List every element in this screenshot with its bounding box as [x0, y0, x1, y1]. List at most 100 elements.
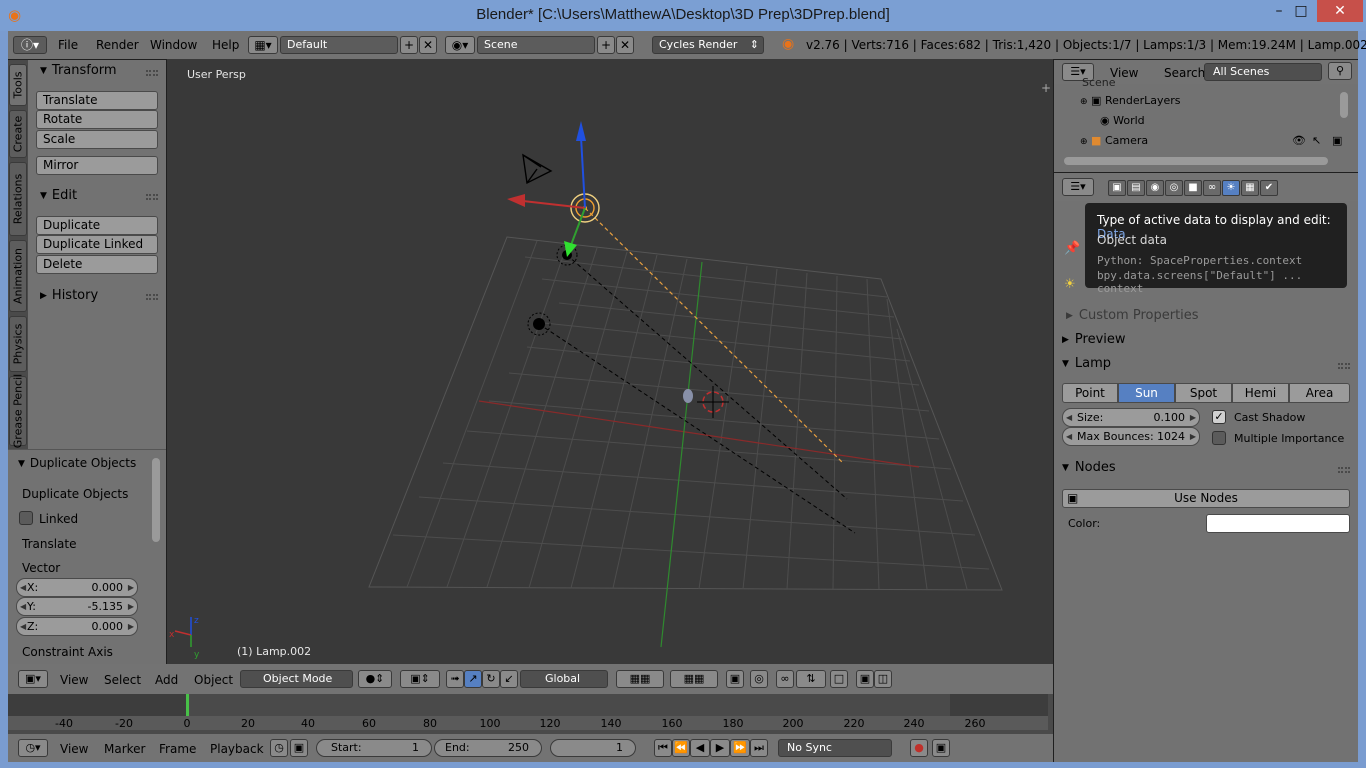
increment-icon[interactable]: ▶ — [128, 579, 134, 596]
remove-layout-icon[interactable]: ✕ — [419, 36, 437, 54]
decrement-icon[interactable]: ◀ — [1066, 409, 1072, 426]
duplicate-linked-button[interactable]: Duplicate Linked — [36, 235, 158, 254]
expand-properties-icon[interactable]: + — [1041, 81, 1051, 95]
shading-mode-icon[interactable]: ●⇕ — [358, 670, 392, 688]
menu-view[interactable]: View — [60, 673, 88, 687]
mode-select[interactable]: Object Mode — [240, 670, 353, 688]
tab-animation[interactable]: Animation — [9, 240, 27, 312]
jump-start-icon[interactable]: ⏮ — [654, 739, 672, 757]
panel-grip[interactable] — [1338, 363, 1350, 369]
pivot-point-icon[interactable]: ▣⇕ — [400, 670, 440, 688]
physics-tab-icon[interactable]: ✔ — [1260, 180, 1278, 196]
vector-x-field[interactable]: ◀ X: 0.000 ▶ — [16, 578, 138, 597]
duplicate-button[interactable]: Duplicate — [36, 216, 158, 235]
layers-grid-icon[interactable]: ▦▦ — [670, 670, 718, 688]
proportional-edit-icon[interactable]: ◎ — [750, 670, 768, 688]
delete-button[interactable]: Delete — [36, 255, 158, 274]
lock-layers-icon[interactable]: ▣ — [726, 670, 744, 688]
outliner-item-scene[interactable]: Scene — [1082, 76, 1366, 96]
renderability-camera-icon[interactable]: ▣ — [1332, 134, 1342, 147]
play-reverse-icon[interactable]: ◀ — [690, 739, 710, 757]
outliner-scrollbar-horizontal[interactable] — [1064, 157, 1328, 165]
tab-grease-pencil[interactable]: Grease Pencil — [9, 374, 27, 448]
menu-window[interactable]: Window — [150, 38, 197, 52]
lamp-type-spot[interactable]: Spot — [1175, 383, 1232, 403]
scene-icon[interactable]: ◉▾ — [445, 36, 475, 54]
cast-shadow-checkbox[interactable]: ✓ — [1212, 410, 1226, 424]
redo-panel-scrollbar[interactable] — [152, 458, 160, 542]
lamp-header[interactable]: Lamp — [1062, 356, 1350, 371]
constraints-tab-icon[interactable]: ∞ — [1203, 180, 1221, 196]
play-icon[interactable]: ▶ — [710, 739, 730, 757]
menu-marker[interactable]: Marker — [104, 742, 145, 756]
scene-field[interactable]: Scene — [477, 36, 595, 54]
timeline[interactable]: -40 -20 0 20 40 60 80 100 120 140 160 18… — [8, 694, 1053, 734]
expand-icon[interactable]: ⊕ — [1080, 137, 1088, 147]
menu-add[interactable]: Add — [155, 673, 178, 687]
menu-playback[interactable]: Playback — [210, 742, 264, 756]
scene-tab-icon[interactable]: ◉ — [1146, 180, 1164, 196]
lamp-type-point[interactable]: Point — [1062, 383, 1118, 403]
remove-scene-icon[interactable]: ✕ — [616, 36, 634, 54]
editor-type-info-icon[interactable]: ⓘ▾ — [13, 36, 47, 54]
menu-object[interactable]: Object — [194, 673, 233, 687]
menu-render[interactable]: Render — [96, 38, 139, 52]
menu-select[interactable]: Select — [104, 673, 141, 687]
manipulator-toggle-icon[interactable]: ➟ — [446, 670, 464, 688]
texture-tab-icon[interactable]: ▦ — [1241, 180, 1259, 196]
decrement-icon[interactable]: ◀ — [20, 598, 26, 615]
editor-type-timeline-icon[interactable]: ◷▾ — [18, 739, 48, 757]
panel-grip[interactable] — [146, 70, 158, 76]
increment-icon[interactable]: ▶ — [1190, 428, 1196, 445]
outliner-scrollbar-vertical[interactable] — [1340, 92, 1348, 118]
tab-relations[interactable]: Relations — [9, 162, 27, 236]
decrement-icon[interactable]: ◀ — [20, 618, 26, 635]
lock-icon[interactable]: ▣ — [290, 739, 308, 757]
transform-orientation-select[interactable]: Global — [520, 670, 608, 688]
lamp-data-tab-icon[interactable]: ☀ — [1222, 180, 1240, 196]
scale-button[interactable]: Scale — [36, 130, 158, 149]
size-field[interactable]: ◀ Size: 0.100 ▶ — [1062, 408, 1200, 427]
start-frame-field[interactable]: Start: 1 — [316, 739, 432, 757]
increment-icon[interactable]: ▶ — [1190, 409, 1196, 426]
selectability-cursor-icon[interactable]: ↖ — [1312, 134, 1321, 147]
increment-icon[interactable]: ▶ — [128, 598, 134, 615]
translate-button[interactable]: Translate — [36, 91, 158, 110]
layers-grid-icon[interactable]: ▦▦ — [616, 670, 664, 688]
tab-create[interactable]: Create — [9, 110, 27, 158]
render-engine-select[interactable]: Cycles Render ⇕ — [652, 36, 764, 54]
custom-properties-header[interactable]: Custom Properties — [1066, 308, 1354, 323]
render-layers-tab-icon[interactable]: ▤ — [1127, 180, 1145, 196]
expand-icon[interactable]: ⊕ — [1080, 97, 1088, 107]
snap-element-icon[interactable]: ⇅ — [796, 670, 826, 688]
current-frame-field[interactable]: 1 — [550, 739, 636, 757]
current-frame-marker[interactable] — [186, 694, 189, 716]
max-bounces-field[interactable]: ◀ Max Bounces: 1024 ▶ — [1062, 427, 1200, 446]
render-tab-icon[interactable]: ▣ — [1108, 180, 1126, 196]
transform-manipulator[interactable] — [507, 121, 586, 257]
rotate-button[interactable]: Rotate — [36, 110, 158, 129]
viewport-scene[interactable]: z x y — [167, 59, 1053, 664]
jump-keyframe-back-icon[interactable]: ⏪ — [672, 739, 690, 757]
color-swatch[interactable] — [1206, 514, 1350, 533]
screen-layout-field[interactable]: Default — [280, 36, 398, 54]
tab-tools[interactable]: Tools — [9, 64, 27, 106]
translate-manipulator-icon[interactable]: ↗ — [464, 670, 482, 688]
panel-grip[interactable] — [146, 194, 158, 200]
world-tab-icon[interactable]: ◎ — [1165, 180, 1183, 196]
decrement-icon[interactable]: ◀ — [1066, 428, 1072, 445]
lamp-object[interactable] — [527, 312, 551, 336]
preview-range-icon[interactable]: ◷ — [270, 739, 288, 757]
panel-grip[interactable] — [146, 294, 158, 300]
vector-z-field[interactable]: ◀ Z: 0.000 ▶ — [16, 617, 138, 636]
panel-edit-header[interactable]: Edit — [40, 188, 77, 203]
add-scene-icon[interactable]: + — [597, 36, 615, 54]
menu-file[interactable]: File — [58, 38, 78, 52]
outliner-item-camera[interactable]: ⊕ ■ Camera — [1080, 134, 1366, 154]
multiple-importance-checkbox[interactable] — [1212, 431, 1226, 445]
snap-icon[interactable]: ∞ — [776, 670, 794, 688]
timeline-ruler[interactable] — [8, 716, 1048, 730]
screen-layout-icon[interactable]: ▦▾ — [248, 36, 278, 54]
lamp-type-sun[interactable]: Sun — [1118, 383, 1175, 403]
panel-transform-header[interactable]: Transform — [40, 63, 117, 78]
